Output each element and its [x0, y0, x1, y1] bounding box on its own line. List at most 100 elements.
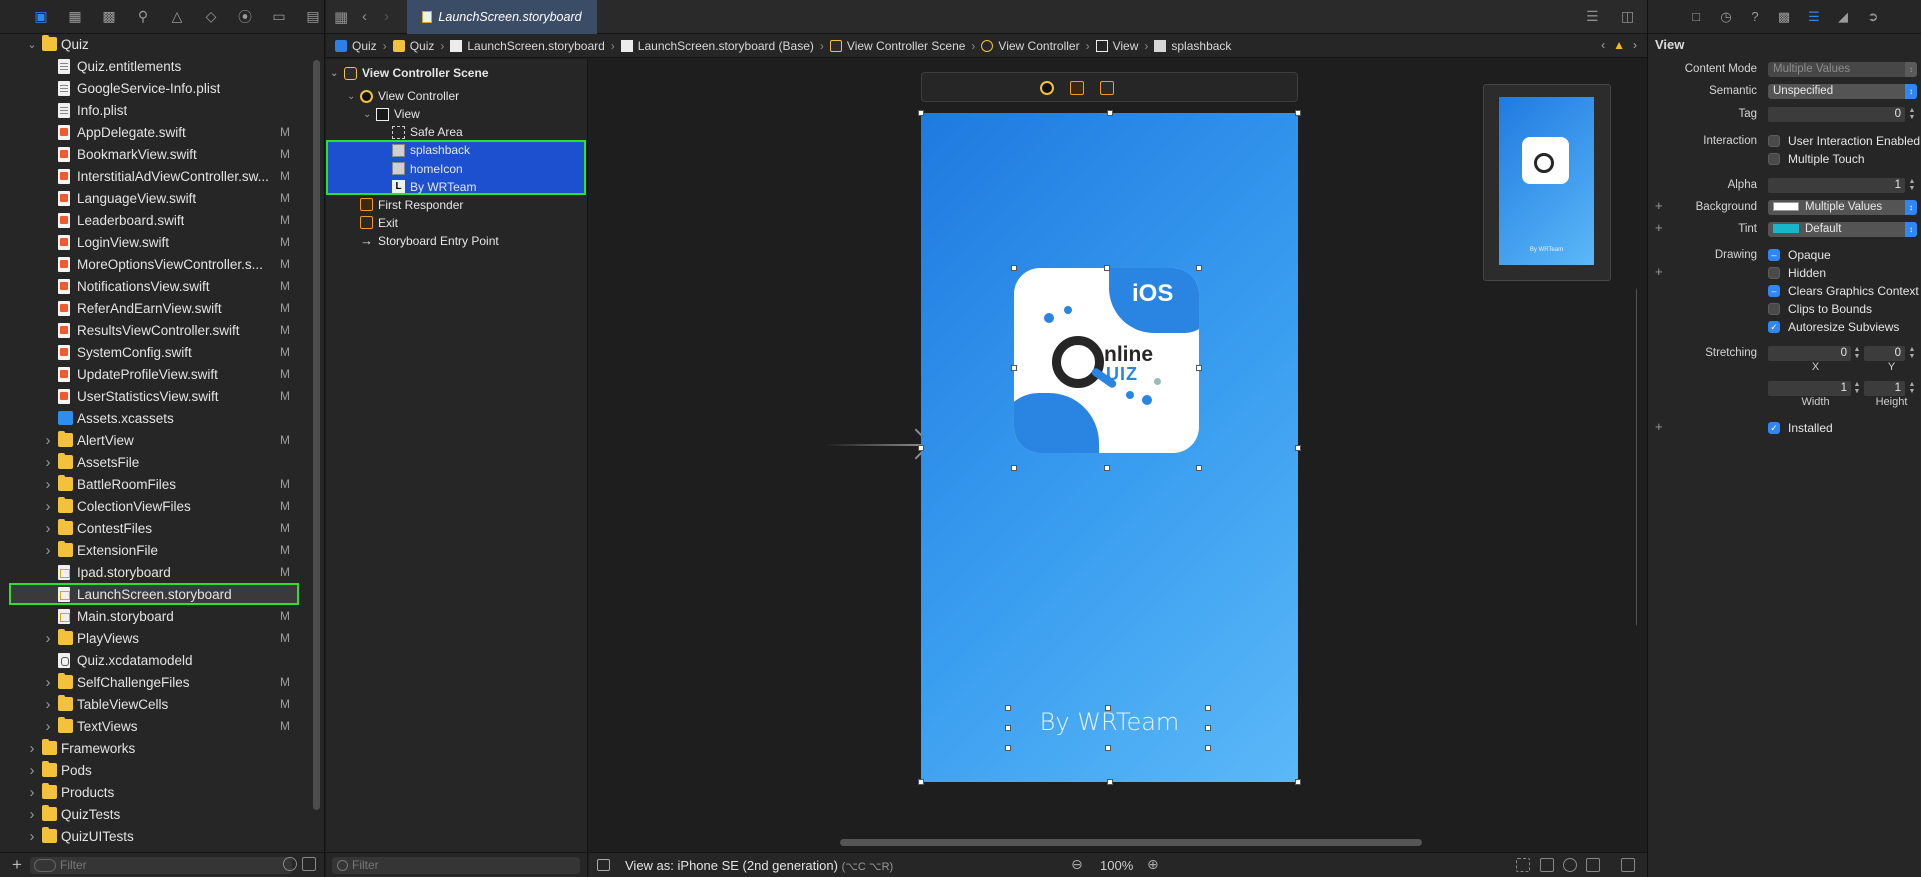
jumpbar-localization[interactable]: LaunchScreen.storyboard (Base) [620, 39, 814, 53]
jumpbar-scene[interactable]: View Controller Scene [829, 39, 965, 53]
tree-folder[interactable]: › QuizUITests [0, 825, 312, 846]
tree-folder[interactable]: › QuizTests [0, 803, 312, 825]
tree-folder[interactable]: › AlertView M [0, 429, 312, 451]
stretch-y-stepper[interactable]: ▲ ▼ [1907, 346, 1917, 361]
grid-icon[interactable]: ▦ [334, 8, 348, 26]
tree-file[interactable]: MoreOptionsViewController.s... M [0, 253, 312, 275]
stretch-height-stepper[interactable]: ▲ ▼ [1907, 381, 1917, 396]
back-icon[interactable]: ‹ [362, 8, 367, 25]
tree-file[interactable]: AppDelegate.swift M [0, 121, 312, 143]
resize-handle[interactable] [1103, 465, 1110, 471]
add-icon[interactable]: + [12, 855, 22, 875]
history-inspector-icon[interactable]: ◷ [1718, 9, 1734, 25]
tree-file[interactable]: Info.plist [0, 99, 312, 121]
tree-file[interactable]: UpdateProfileView.swift M [0, 363, 312, 385]
add-variation-icon[interactable]: + [1655, 264, 1663, 279]
tree-file[interactable]: UserStatisticsView.swift M [0, 385, 312, 407]
tree-folder[interactable]: › TableViewCells M [0, 693, 312, 715]
resize-handle[interactable] [918, 779, 924, 785]
tree-file[interactable]: NotificationsView.swift M [0, 275, 312, 297]
outline-toggle-icon[interactable] [597, 859, 610, 871]
outline-filter-input[interactable]: Filter [332, 857, 580, 874]
alpha-field[interactable]: 1 [1768, 178, 1905, 193]
tag-stepper[interactable]: ▲ ▼ [1907, 107, 1917, 122]
add-variation-icon[interactable]: + [1655, 419, 1663, 434]
resize-handle[interactable] [918, 444, 924, 451]
warning-icon[interactable]: ▲ [1613, 38, 1625, 52]
jumpbar-view[interactable]: View [1095, 39, 1138, 53]
home-icon-image[interactable]: iOS nline UIZ [1014, 268, 1199, 453]
connections-inspector-icon[interactable]: ➲ [1865, 9, 1881, 25]
resolve-issues-icon[interactable] [1586, 858, 1600, 872]
jumpbar-splashback[interactable]: splashback [1154, 39, 1231, 53]
outline-item[interactable]: homeIcon [326, 160, 586, 178]
stretch-width-field[interactable]: 1 [1768, 381, 1851, 396]
next-issue-icon[interactable]: › [1633, 38, 1637, 52]
clears-graphics-checkbox[interactable]: – Clears Graphics Context [1768, 284, 1919, 298]
stretch-x-stepper[interactable]: ▲ ▼ [1852, 346, 1862, 361]
outline-item[interactable]: → Storyboard Entry Point [326, 232, 586, 250]
zoom-out-icon[interactable]: ⊖ [1071, 856, 1083, 873]
resize-handle[interactable] [1196, 465, 1202, 471]
tree-folder[interactable]: › Frameworks [0, 737, 312, 759]
chevron-right-icon[interactable]: › [42, 674, 54, 691]
installed-checkbox[interactable]: ✓ Installed [1768, 421, 1833, 435]
breakpoint-icon[interactable]: ▭ [270, 8, 288, 26]
chevron-down-icon[interactable]: ⌄ [26, 38, 38, 51]
resize-handle[interactable] [1005, 725, 1011, 731]
resize-handle[interactable] [1011, 265, 1017, 271]
stretch-width-stepper[interactable]: ▲ ▼ [1852, 381, 1862, 396]
outline-item[interactable]: ⌄ View Controller Scene [326, 64, 586, 82]
view-controller-icon[interactable] [1040, 81, 1054, 95]
outline-item[interactable]: First Responder [326, 196, 586, 214]
background-color-popup[interactable]: Multiple Values ↕ [1768, 200, 1917, 215]
resize-handle[interactable] [1106, 110, 1113, 116]
content-mode-popup[interactable]: Multiple Values ↕ [1768, 62, 1917, 77]
tab-launchscreen-storyboard[interactable]: LaunchScreen.storyboard [407, 0, 597, 34]
tag-field[interactable]: 0 [1768, 107, 1905, 122]
storyboard-canvas[interactable]: iOS nline UIZ By WRTeam By WRTeam [589, 59, 1637, 852]
update-frames-icon[interactable] [1516, 858, 1530, 872]
tree-folder[interactable]: ⌄ Quiz [0, 34, 312, 55]
outline-item[interactable]: ⌄ View Controller [326, 87, 586, 105]
outline-item[interactable]: Exit [326, 214, 586, 232]
resize-handle[interactable] [1295, 110, 1301, 116]
resize-handle[interactable] [1105, 745, 1111, 751]
chevron-right-icon[interactable]: › [42, 454, 54, 471]
resize-handle[interactable] [1196, 265, 1202, 271]
user-interaction-checkbox[interactable]: User Interaction Enabled [1768, 134, 1920, 148]
stretch-y-field[interactable]: 0 [1864, 346, 1905, 361]
tree-folder[interactable]: › PlayViews M [0, 627, 312, 649]
chevron-right-icon[interactable]: › [42, 432, 54, 449]
first-responder-icon[interactable] [1070, 81, 1084, 95]
tree-folder[interactable]: › SelfChallengeFiles M [0, 671, 312, 693]
tree-file[interactable]: LanguageView.swift M [0, 187, 312, 209]
test-icon[interactable]: ◇ [202, 8, 220, 26]
tree-file[interactable]: Leaderboard.swift M [0, 209, 312, 231]
navigator-scrollbar[interactable] [313, 60, 320, 810]
chevron-right-icon[interactable]: › [42, 718, 54, 735]
multiple-touch-checkbox[interactable]: Multiple Touch [1768, 152, 1865, 166]
tree-folder[interactable]: › Products [0, 781, 312, 803]
resize-handle[interactable] [1295, 444, 1301, 451]
stretch-height-field[interactable]: 1 [1864, 381, 1905, 396]
stretch-x-field[interactable]: 0 [1768, 346, 1851, 361]
chevron-down-icon[interactable]: ⌄ [330, 68, 340, 79]
add-constraints-icon[interactable] [1563, 858, 1577, 872]
chevron-right-icon[interactable]: › [42, 542, 54, 559]
resize-handle[interactable] [1011, 465, 1017, 471]
exit-icon[interactable] [1100, 81, 1114, 95]
filter-options-icon[interactable] [34, 859, 56, 872]
chevron-right-icon[interactable]: › [26, 806, 38, 823]
resize-handle[interactable] [1105, 705, 1111, 711]
chevron-down-icon[interactable]: ⌄ [363, 109, 373, 120]
file-inspector-icon[interactable]: □ [1688, 9, 1704, 25]
tree-file[interactable]: GoogleService-Info.plist [0, 77, 312, 99]
resize-handle[interactable] [918, 110, 924, 116]
chevron-right-icon[interactable]: › [42, 498, 54, 515]
zoom-level[interactable]: 100% [1100, 858, 1133, 873]
chevron-right-icon[interactable]: › [42, 476, 54, 493]
launch-screen-view[interactable]: iOS nline UIZ By WRTeam [918, 110, 1301, 785]
tree-folder[interactable]: › TextViews M [0, 715, 312, 737]
resize-handle[interactable] [1196, 365, 1202, 371]
